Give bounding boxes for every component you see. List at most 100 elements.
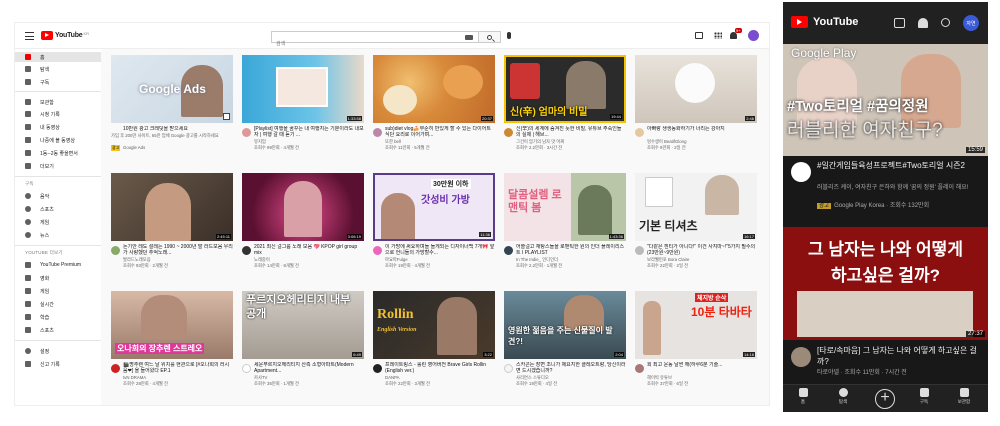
account-avatar[interactable]	[748, 30, 759, 41]
channel-avatar[interactable]	[635, 128, 644, 137]
video-card[interactable]: 3:06:19 2021 최신 걸그룹 노래 모음 💖 KPOP girl gr…	[242, 173, 364, 287]
video-thumbnail[interactable]: 20:37	[373, 55, 495, 123]
video-thumbnail[interactable]: Google Ads	[111, 55, 233, 123]
video-thumbnail[interactable]: 1:33:58	[242, 55, 364, 123]
video-card-ad[interactable]: Google Ads 10만원 광고 크레딧을 받으세요 가입 후 200만 사…	[111, 55, 233, 169]
sidebar-item-sports-2[interactable]: 스포츠	[15, 325, 101, 335]
video-thumbnail[interactable]: 30만원 이하 갓성비 가방 11:36	[373, 173, 495, 241]
sidebar-item-news[interactable]: 뉴스	[15, 230, 101, 240]
video-title[interactable]: 프레이트링스 - 롤린 영어버전 Brave Girls Rollin (Eng…	[385, 362, 495, 374]
search-box[interactable]	[271, 31, 479, 49]
apps-grid-icon[interactable]	[714, 32, 722, 39]
channel-avatar[interactable]	[635, 246, 644, 255]
sidebar-item-history[interactable]: 시청 기록	[15, 109, 101, 119]
video-thumbnail[interactable]: 3:06:19	[242, 173, 364, 241]
nav-explore[interactable]: 탐색	[828, 388, 858, 405]
video-title[interactable]: #일간게임들육성프로젝트#Two토리얼 시즌2	[817, 160, 977, 171]
video-title[interactable]: 세운푸르지오헤리티지 산측 소형아파트(Modern Apartment...	[254, 362, 364, 374]
video-thumbnail[interactable]: 2:45:11	[111, 173, 233, 241]
nav-subscriptions[interactable]: 구독	[909, 388, 939, 405]
channel-avatar[interactable]	[791, 347, 811, 367]
video-title[interactable]: 신(辛)의 세계에 숨겨진 듯한 비밀, 유튜브 주숙인들의 실제 | 해브..…	[516, 126, 626, 138]
channel-name[interactable]: DANPA	[385, 375, 400, 380]
channel-avatar[interactable]	[242, 246, 251, 255]
video-thumbnail[interactable]: Google Play #Two토리얼 #꿈의정원 러블리한 여자친구? 15:…	[783, 44, 988, 156]
video-title[interactable]: 회 최고 운동 날썬 해(하루6분 기술...	[647, 362, 757, 374]
video-card[interactable]: Rollin English Version 3:22 프레이트링스 - 롤린 …	[373, 291, 495, 405]
nav-library[interactable]: 보관함	[949, 388, 979, 405]
channel-avatar[interactable]	[504, 246, 513, 255]
video-card[interactable]: 1:33:58 [Playlist] 여행을 꿈꾸는 내 여행지는 기분이라도 …	[242, 55, 364, 169]
video-card[interactable]: 2:46 아빠랑 생생동화하기가 너리는 강아지 멍수생이 BeatifGlon…	[635, 55, 757, 169]
video-card[interactable]: 오나희의 장추렌 스트레오 🎬명추렌 여느 날 위치를 현관으로 [#오나희의 …	[111, 291, 233, 405]
sidebar-item-watch-later[interactable]: 나중에 볼 동영상	[15, 135, 101, 145]
video-card[interactable]: 20:37 sub)diet vlog🍰무준히 만있게 할 수 있는 다이어트식…	[373, 55, 495, 169]
channel-avatar[interactable]	[242, 128, 251, 137]
channel-avatar[interactable]	[242, 364, 251, 373]
sidebar-item-subscriptions[interactable]: 구독	[15, 77, 101, 87]
video-card[interactable]: 달콤설렘 로맨틱 봄 1:43:36 어쓸걸고 재탕스들을 로맨틱한 원의 인더…	[504, 173, 626, 287]
sidebar-item-music[interactable]: 음악	[15, 191, 101, 201]
sidebar-item-more[interactable]: 더보기	[15, 161, 101, 171]
microphone-icon[interactable]	[507, 32, 511, 39]
create-video-icon[interactable]	[695, 32, 703, 39]
hamburger-menu-icon[interactable]	[25, 32, 34, 40]
video-title[interactable]: 스카콘든 장면 조니가 제요지한 클레오트랑, 당신이라면 드시겠습니까?	[516, 362, 626, 374]
search-button[interactable]	[479, 31, 501, 43]
video-thumbnail[interactable]: 기본 티셔츠 16:17	[635, 173, 757, 241]
sidebar-item-games[interactable]: 게임	[15, 286, 101, 296]
youtube-logo[interactable]: YouTube KR	[41, 31, 89, 40]
sidebar-item-library[interactable]: 보관함	[15, 97, 101, 107]
video-title[interactable]: 이 가방에 써요하며들 들게되는 디자이너백 7개🎀 앞으로 언니들의 가방할수…	[385, 244, 495, 256]
video-title[interactable]: 어쓸걸고 재탕스들을 로맨틱한 원의 인더 플레이리스트 I PLAYLIST	[516, 244, 626, 256]
sidebar-item-explore[interactable]: 탐색	[15, 64, 101, 74]
channel-avatar[interactable]	[504, 364, 513, 373]
video-thumbnail[interactable]: 푸르지오헤리티지 내부공개 6:49	[242, 291, 364, 359]
channel-name[interactable]: Google Ads	[123, 145, 145, 150]
sidebar-item-premium[interactable]: YouTube Premium	[15, 260, 101, 270]
create-plus-button[interactable]: +	[875, 389, 895, 409]
channel-avatar[interactable]	[373, 128, 382, 137]
search-icon[interactable]	[941, 18, 950, 27]
video-title[interactable]: 아빠랑 생생동화하기가 너리는 강아지	[647, 126, 757, 138]
google-play-icon[interactable]	[791, 162, 811, 182]
video-card[interactable]: 30만원 이하 갓성비 가방 11:36 이 가방에 써요하며들 들게되는 디자…	[373, 173, 495, 287]
video-thumbnail[interactable]: Rollin English Version 3:22	[373, 291, 495, 359]
account-avatar[interactable]: 자연	[963, 15, 979, 31]
sidebar-item-sports[interactable]: 스포츠	[15, 204, 101, 214]
video-card[interactable]: 신(辛) 엄마의 비밀 19:44 신(辛)의 세계에 숨겨진 듯한 비밀, 유…	[504, 55, 626, 169]
channel-avatar[interactable]	[504, 128, 513, 137]
video-title[interactable]: [Playlist] 여행을 꿈꾸는 내 여행지는 기분이라도 내보자 | 여행…	[254, 126, 364, 138]
notifications-bell-icon[interactable]	[730, 32, 737, 39]
sidebar-item-gaming[interactable]: 게임	[15, 217, 101, 227]
open-external-icon[interactable]	[223, 113, 230, 120]
video-title[interactable]: [타로/속마음] 그 남자는 나와 어떻게 하고싶은 걸까?	[817, 345, 977, 367]
search-input[interactable]	[272, 39, 452, 49]
sidebar-item-learning[interactable]: 학습	[15, 312, 101, 322]
video-thumbnail[interactable]: 2:46	[635, 55, 757, 123]
video-title[interactable]: "다같은 흰티가 아니다!" 이건 사지마~!"5가지 필수의(23만원~9만원…	[647, 244, 757, 256]
video-card[interactable]: 영원한 젊음을 주는 신물질이 발견?! 2:04 스카콘든 장면 조니가 제요…	[504, 291, 626, 405]
video-thumbnail[interactable]: 오나희의 장추렌 스트레오	[111, 291, 233, 359]
notifications-bell-icon[interactable]	[918, 18, 928, 28]
sidebar-item-live[interactable]: 실시간	[15, 299, 101, 309]
video-title[interactable]: 🎬명추렌 여느 날 위치를 현관으로 [#오나희의 러시움❤] 올 들어왔다 E…	[123, 362, 233, 374]
video-thumbnail[interactable]: 달콤설렘 로맨틱 봄 1:43:36	[504, 173, 626, 241]
channel-avatar[interactable]	[111, 246, 120, 255]
sidebar-item-report-history[interactable]: 신고 기록	[15, 359, 101, 369]
channel-avatar[interactable]	[635, 364, 644, 373]
sidebar-item-liked[interactable]: 1동--2동 좋을면서	[15, 148, 101, 158]
channel-name[interactable]: Google Play Korea · 조회수 132만회	[834, 203, 929, 209]
video-title[interactable]: 돈기안 레도 설레는 1990 ~ 2000년 발 라드모음 우리가 사랑했던 …	[123, 244, 233, 256]
video-thumbnail[interactable]: 그 남자는 나와 어떻게 하고싶은 걸까? 27:37	[783, 227, 988, 340]
channel-avatar[interactable]	[373, 246, 382, 255]
video-card[interactable]: 푸르지오헤리티지 내부공개 6:49 세운푸르지오헤리티지 산측 소형아파트(M…	[242, 291, 364, 405]
video-thumbnail[interactable]: 신(辛) 엄마의 비밀 19:44	[504, 55, 626, 123]
sidebar-item-movies[interactable]: 영화	[15, 273, 101, 283]
nav-home[interactable]: 홈	[788, 388, 818, 405]
youtube-logo[interactable]: YouTube	[791, 16, 858, 28]
keyboard-icon[interactable]	[465, 35, 473, 40]
sidebar-item-home[interactable]: 홈	[15, 52, 101, 62]
cast-icon[interactable]	[894, 18, 905, 28]
channel-name[interactable]: tvN DRAMA	[123, 375, 146, 380]
